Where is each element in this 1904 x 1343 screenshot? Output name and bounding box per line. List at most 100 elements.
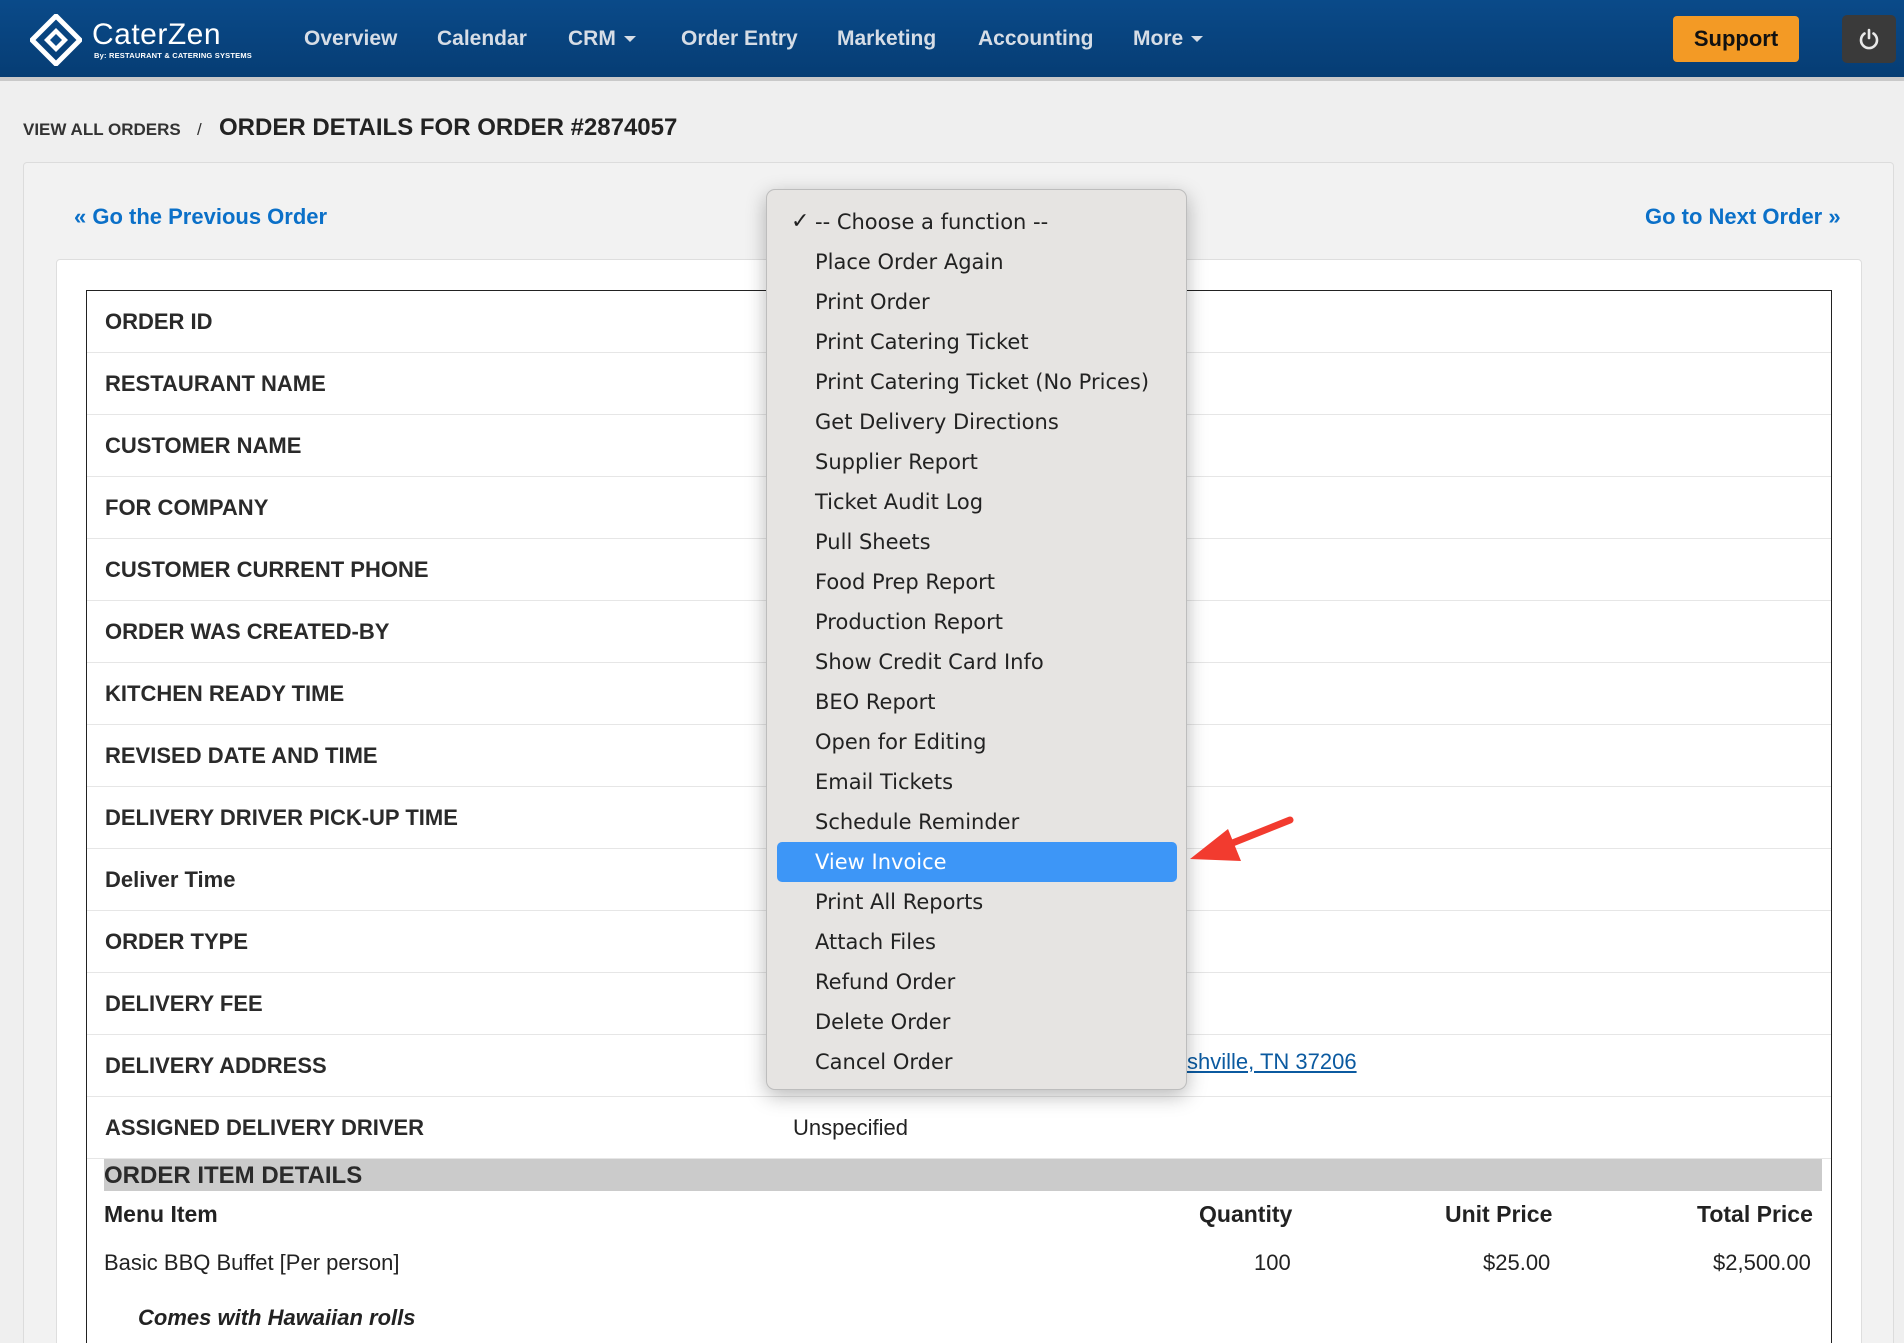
chevron-down-icon xyxy=(1191,36,1204,43)
menu-option-beo-report[interactable]: BEO Report xyxy=(777,682,1177,722)
item-unit-price: $25.00 xyxy=(1483,1250,1551,1275)
item-total-price: $2,500.00 xyxy=(1713,1250,1811,1275)
nav-label: Overview xyxy=(304,27,398,50)
menu-option-cancel-order[interactable]: Cancel Order xyxy=(777,1042,1177,1082)
menu-option-label: Print All Reports xyxy=(815,890,984,914)
nav-label: CRM xyxy=(568,27,616,50)
menu-option-label: Get Delivery Directions xyxy=(815,410,1059,434)
menu-option-pull-sheets[interactable]: Pull Sheets xyxy=(777,522,1177,562)
detail-label: ASSIGNED DELIVERY DRIVER xyxy=(105,1115,425,1140)
menu-option-label: Open for Editing xyxy=(815,730,987,754)
column-header-quantity: Quantity xyxy=(1199,1201,1293,1227)
menu-option-label: Attach Files xyxy=(815,930,936,954)
function-select-menu[interactable]: ✓ -- Choose a function -- Place Order Ag… xyxy=(766,189,1187,1090)
delivery-address-link[interactable]: shville, TN 37206 xyxy=(1187,1049,1357,1075)
order-items-header-bar: ORDER ITEM DETAILS xyxy=(104,1159,1822,1191)
brand-name: CaterZen xyxy=(92,18,222,51)
item-menu-name: Basic BBQ Buffet [Per person] xyxy=(104,1250,400,1275)
breadcrumb-separator: / xyxy=(197,120,202,139)
menu-option-place-order-again[interactable]: Place Order Again xyxy=(777,242,1177,282)
menu-option-delete-order[interactable]: Delete Order xyxy=(777,1002,1177,1042)
nav-marketing[interactable]: Marketing xyxy=(837,27,936,51)
detail-value: Unspecified xyxy=(793,1115,908,1140)
detail-row-assigned-driver: ASSIGNED DELIVERY DRIVER Unspecified xyxy=(87,1097,1831,1159)
menu-option-print-all-reports[interactable]: Print All Reports xyxy=(777,882,1177,922)
support-button[interactable]: Support xyxy=(1673,16,1799,62)
nav-calendar[interactable]: Calendar xyxy=(437,27,527,51)
nav-more[interactable]: More xyxy=(1133,27,1204,51)
menu-option-supplier-report[interactable]: Supplier Report xyxy=(777,442,1177,482)
menu-option-choose-function[interactable]: ✓ -- Choose a function -- xyxy=(777,202,1177,242)
caterzen-logo[interactable]: CaterZen By: RESTAURANT & CATERING SYSTE… xyxy=(30,14,260,66)
column-header-menu-item: Menu Item xyxy=(104,1201,218,1227)
nav-accounting[interactable]: Accounting xyxy=(978,27,1094,51)
menu-option-print-catering-ticket[interactable]: Print Catering Ticket xyxy=(777,322,1177,362)
nav-label: Calendar xyxy=(437,27,527,50)
detail-label: CUSTOMER CURRENT PHONE xyxy=(105,557,429,582)
nav-overview[interactable]: Overview xyxy=(304,27,397,51)
menu-option-refund-order[interactable]: Refund Order xyxy=(777,962,1177,1002)
detail-label: CUSTOMER NAME xyxy=(105,433,302,458)
menu-option-label: View Invoice xyxy=(815,850,947,874)
menu-option-label: Pull Sheets xyxy=(815,530,931,554)
menu-option-label: BEO Report xyxy=(815,690,936,714)
menu-option-ticket-audit-log[interactable]: Ticket Audit Log xyxy=(777,482,1177,522)
menu-option-label: Print Order xyxy=(815,290,930,314)
menu-option-view-invoice[interactable]: View Invoice xyxy=(777,842,1177,882)
item-quantity: 100 xyxy=(1254,1250,1291,1275)
detail-label: KITCHEN READY TIME xyxy=(105,681,345,706)
detail-label: ORDER ID xyxy=(105,309,213,334)
logout-button[interactable] xyxy=(1842,15,1896,63)
menu-option-email-tickets[interactable]: Email Tickets xyxy=(777,762,1177,802)
nav-order-entry[interactable]: Order Entry xyxy=(681,27,798,51)
menu-option-label: Food Prep Report xyxy=(815,570,996,594)
menu-option-label: Email Tickets xyxy=(815,770,954,794)
detail-label: DELIVERY ADDRESS xyxy=(105,1053,327,1078)
menu-option-print-order[interactable]: Print Order xyxy=(777,282,1177,322)
item-note: Comes with Hawaiian rolls xyxy=(138,1305,416,1330)
next-order-link[interactable]: Go to Next Order » xyxy=(1645,204,1841,230)
detail-label: Deliver Time xyxy=(105,867,236,892)
menu-option-open-for-editing[interactable]: Open for Editing xyxy=(777,722,1177,762)
menu-option-production-report[interactable]: Production Report xyxy=(777,602,1177,642)
menu-option-print-catering-ticket-no-prices[interactable]: Print Catering Ticket (No Prices) xyxy=(777,362,1177,402)
menu-option-attach-files[interactable]: Attach Files xyxy=(777,922,1177,962)
detail-label: ORDER WAS CREATED-BY xyxy=(105,619,390,644)
detail-label: FOR COMPANY xyxy=(105,495,269,520)
brand-tagline: By: RESTAURANT & CATERING SYSTEMS xyxy=(94,51,252,60)
top-navbar: CaterZen By: RESTAURANT & CATERING SYSTE… xyxy=(0,0,1904,81)
section-title: ORDER ITEM DETAILS xyxy=(104,1162,363,1189)
detail-label: REVISED DATE AND TIME xyxy=(105,743,378,768)
logo-diamond-icon xyxy=(30,14,82,66)
menu-option-label: Place Order Again xyxy=(815,250,1004,274)
nav-label: Marketing xyxy=(837,27,937,50)
previous-order-link[interactable]: « Go the Previous Order xyxy=(74,204,327,230)
menu-option-label: Supplier Report xyxy=(815,450,978,474)
nav-label: Order Entry xyxy=(681,27,798,50)
detail-label: DELIVERY FEE xyxy=(105,991,263,1016)
menu-option-get-delivery-directions[interactable]: Get Delivery Directions xyxy=(777,402,1177,442)
menu-option-label: Ticket Audit Log xyxy=(815,490,984,514)
column-header-total-price: Total Price xyxy=(1697,1201,1813,1227)
menu-option-label: Print Catering Ticket xyxy=(815,330,1029,354)
menu-option-food-prep-report[interactable]: Food Prep Report xyxy=(777,562,1177,602)
menu-option-label: -- Choose a function -- xyxy=(815,210,1049,234)
menu-option-label: Print Catering Ticket (No Prices) xyxy=(815,370,1150,394)
detail-label: RESTAURANT NAME xyxy=(105,371,326,396)
menu-option-label: Delete Order xyxy=(815,1010,951,1034)
detail-label: DELIVERY DRIVER PICK-UP TIME xyxy=(105,805,458,830)
nav-label: More xyxy=(1133,27,1184,50)
menu-option-label: Schedule Reminder xyxy=(815,810,1020,834)
menu-option-schedule-reminder[interactable]: Schedule Reminder xyxy=(777,802,1177,842)
checkmark-icon: ✓ xyxy=(791,209,810,234)
column-header-unit-price: Unit Price xyxy=(1445,1201,1553,1227)
menu-option-label: Production Report xyxy=(815,610,1004,634)
power-icon xyxy=(1859,28,1879,50)
nav-label: Accounting xyxy=(978,27,1094,50)
breadcrumb-view-all-orders[interactable]: VIEW ALL ORDERS xyxy=(23,120,181,140)
menu-option-show-credit-card-info[interactable]: Show Credit Card Info xyxy=(777,642,1177,682)
menu-option-label: Cancel Order xyxy=(815,1050,953,1074)
detail-label: ORDER TYPE xyxy=(105,929,249,954)
annotation-arrow-icon xyxy=(1190,816,1294,861)
nav-crm[interactable]: CRM xyxy=(568,27,636,51)
